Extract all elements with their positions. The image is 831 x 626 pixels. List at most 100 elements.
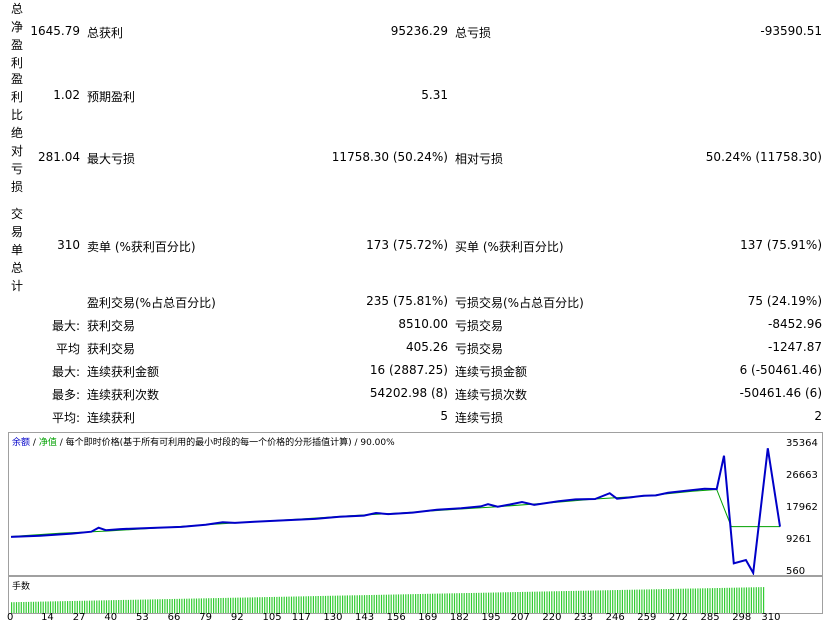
volume-bar xyxy=(23,602,25,613)
stat-value: 1645.79 xyxy=(30,24,80,38)
volume-bar xyxy=(254,597,256,613)
volume-bar xyxy=(30,601,32,613)
stat-label: 连续获利金额 xyxy=(87,365,160,379)
x-tick-label: 40 xyxy=(104,612,118,623)
volume-bar xyxy=(726,587,728,613)
volume-bar xyxy=(422,593,424,613)
volume-bar xyxy=(191,598,193,613)
volume-bar xyxy=(130,599,132,613)
volume-bar xyxy=(244,597,246,613)
stat-label: 预期盈利 xyxy=(87,90,136,104)
volume-bar xyxy=(507,592,509,613)
x-tick-label: 79 xyxy=(199,612,212,623)
volume-bar xyxy=(135,599,137,613)
volume-bar xyxy=(677,588,679,613)
volume-bar xyxy=(376,594,378,613)
volume-bar xyxy=(536,591,538,613)
volume-bar xyxy=(407,594,409,613)
volume-bar xyxy=(755,587,757,613)
stat-value: 1.02 xyxy=(53,88,80,102)
volume-bar xyxy=(312,596,314,613)
volume-bar xyxy=(612,590,614,613)
volume-bar xyxy=(276,596,278,613)
volume-bar xyxy=(159,599,161,613)
x-tick-label: 285 xyxy=(700,612,720,623)
volume-bar xyxy=(166,599,168,613)
volume-bar xyxy=(655,589,658,613)
stat-value: 5 xyxy=(440,409,448,423)
volume-bar xyxy=(198,598,200,613)
volume-bar xyxy=(607,590,609,613)
stat-value: 310 xyxy=(57,238,80,252)
volume-bar xyxy=(444,593,446,613)
volume-bar xyxy=(125,599,127,613)
volume-bar xyxy=(118,600,120,613)
volume-bar xyxy=(624,589,626,613)
volume-bar xyxy=(147,599,149,613)
volume-bar xyxy=(646,589,648,613)
volume-bar xyxy=(441,593,443,613)
volume-bar xyxy=(724,587,726,613)
x-tick-label: 310 xyxy=(761,612,781,623)
chart-legend: 余额 / 净值 / 每个即时价格(基于所有可利用的最小时段的每一个价格的分形插值… xyxy=(12,435,395,448)
volume-bar xyxy=(303,596,305,613)
volume-bar xyxy=(619,590,621,613)
volume-bar xyxy=(745,587,748,613)
volume-bar xyxy=(636,589,638,613)
volume-bar xyxy=(193,598,195,613)
volume-bar xyxy=(54,601,56,613)
volume-bar xyxy=(237,597,239,613)
x-tick-label: 92 xyxy=(230,612,244,623)
volume-bar xyxy=(643,589,645,613)
volume-bar xyxy=(220,598,222,613)
stat-label: 获利交易 xyxy=(87,319,136,333)
volume-bar xyxy=(478,592,480,613)
volume-bar xyxy=(259,597,261,613)
volume-bar xyxy=(750,587,752,613)
volume-bar xyxy=(602,590,604,613)
stat-value: 54202.98 (8) xyxy=(369,386,448,400)
stat-label: 连续获利次数 xyxy=(87,388,160,402)
volume-bar xyxy=(714,588,716,613)
volume-bar xyxy=(731,587,733,613)
volume-bar xyxy=(709,588,711,613)
volume-bar xyxy=(349,595,351,613)
volume-bar xyxy=(300,596,302,613)
x-tick-label: 14 xyxy=(41,612,54,623)
volume-bar xyxy=(456,593,458,613)
stat-prefix: 最大: xyxy=(51,319,80,333)
volume-bar xyxy=(164,599,166,613)
stat-value: 235 (75.81%) xyxy=(366,294,448,308)
volume-bar xyxy=(563,591,565,613)
volume-bar xyxy=(514,592,516,613)
volume-bar xyxy=(288,596,290,613)
volume-bar xyxy=(344,595,346,613)
volume-bar xyxy=(449,593,451,613)
stat-prefix: 平均 xyxy=(55,342,80,356)
volume-bar xyxy=(470,593,473,613)
volume-bar xyxy=(271,597,273,613)
volume-bar xyxy=(417,594,419,613)
volume-bar xyxy=(32,601,35,613)
volume-bar xyxy=(539,591,541,613)
stat-value: 16 (2887.25) xyxy=(369,363,448,377)
volume-bar xyxy=(760,587,762,613)
volume-bar xyxy=(439,593,441,613)
x-tick-label: 233 xyxy=(574,612,594,623)
volume-bar xyxy=(232,597,234,613)
volume-bar xyxy=(488,592,490,613)
volume-bar xyxy=(733,587,735,613)
volume-bar xyxy=(432,593,434,613)
volume-bar xyxy=(57,601,59,613)
volume-bar xyxy=(553,591,555,613)
volume-bar xyxy=(247,597,249,613)
x-tick-label: 207 xyxy=(510,612,530,623)
volume-bar xyxy=(670,588,672,613)
volume-bar xyxy=(568,591,570,613)
volume-bar xyxy=(140,599,142,613)
x-tick-label: 27 xyxy=(72,612,86,623)
volume-bar xyxy=(363,595,366,613)
volume-bar xyxy=(738,587,740,613)
volume-bar xyxy=(249,597,251,613)
volume-bar xyxy=(169,599,171,613)
